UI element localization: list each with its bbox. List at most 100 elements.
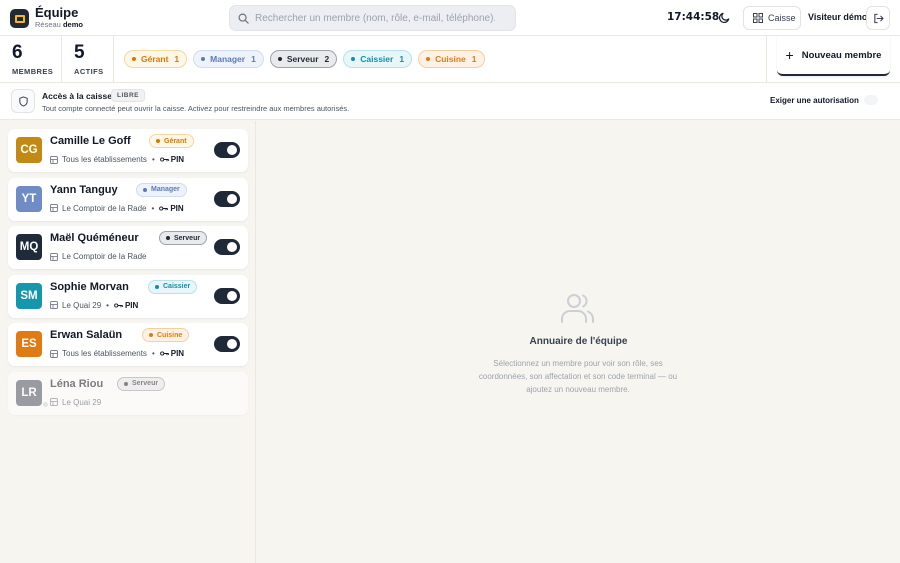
network-label: Réseau demo bbox=[35, 20, 83, 29]
member-card[interactable]: LR Léna Riou Serveur Le Quai 29 bbox=[8, 371, 248, 415]
separator: • bbox=[151, 155, 155, 164]
members-count: 6 bbox=[12, 42, 23, 63]
new-member-label: Nouveau membre bbox=[801, 49, 882, 61]
key-icon bbox=[114, 302, 123, 308]
cash-register-access-bar: Accès à la caisse LIBRE Tout compte conn… bbox=[0, 83, 900, 120]
divider bbox=[766, 36, 767, 82]
separator: • bbox=[151, 203, 155, 213]
member-active-toggle[interactable] bbox=[214, 287, 240, 304]
divider bbox=[61, 36, 62, 82]
search-icon bbox=[238, 13, 249, 24]
avatar: CG bbox=[16, 137, 42, 163]
member-meta: Le Quai 29 • PIN bbox=[50, 301, 138, 310]
member-name: Yann Tanguy bbox=[50, 183, 118, 196]
role-chip-label: Serveur bbox=[286, 54, 319, 64]
offline-status-dot bbox=[42, 400, 49, 408]
stats-bar: 6 MEMBRES 5 ACTIFS Gérant 1 Manager 1 Serveu… bbox=[0, 36, 900, 83]
role-dot-icon bbox=[124, 381, 128, 386]
members-stat: 6 MEMBRES bbox=[12, 42, 53, 76]
role-badge: Serveur bbox=[117, 376, 166, 391]
role-badge: Serveur bbox=[159, 231, 208, 245]
active-label: ACTIFS bbox=[74, 67, 104, 76]
role-chip-manager[interactable]: Manager 1 bbox=[193, 50, 264, 68]
pin-indicator: PIN bbox=[159, 349, 185, 358]
building-icon bbox=[50, 252, 58, 261]
key-icon bbox=[159, 205, 169, 211]
member-card[interactable]: SM Sophie Morvan Caissier Le Quai 29 • PIN bbox=[8, 274, 248, 318]
separator: • bbox=[151, 349, 155, 358]
avatar: ES bbox=[16, 331, 42, 357]
member-meta: Le Quai 29 bbox=[50, 398, 101, 407]
require-authorization-toggle[interactable] bbox=[864, 95, 878, 105]
role-chip-gerant[interactable]: Gérant 1 bbox=[124, 50, 188, 68]
empty-state-title: Annuaire de l'équipe bbox=[529, 336, 628, 347]
role-chip-count: 1 bbox=[251, 54, 256, 64]
search-input[interactable] bbox=[255, 12, 495, 24]
key-icon bbox=[159, 157, 169, 162]
member-card[interactable]: YT Yann Tanguy Manager Le Comptoir de la Ra… bbox=[8, 177, 248, 221]
avatar: LR bbox=[16, 379, 42, 406]
building-icon bbox=[50, 155, 58, 164]
divider bbox=[113, 36, 114, 82]
pin-label: PIN bbox=[124, 300, 139, 310]
logout-button[interactable] bbox=[866, 6, 890, 30]
members-label: MEMBRES bbox=[12, 67, 54, 76]
role-badge: Gérant bbox=[149, 134, 194, 148]
member-card[interactable]: MQ Maël Quéméneur Serveur Le Comptoir de la… bbox=[8, 226, 248, 269]
pin-indicator: PIN bbox=[114, 301, 138, 310]
building-icon bbox=[50, 398, 58, 406]
require-authorization-label: Exiger une autorisation bbox=[770, 96, 859, 105]
visitor-name[interactable]: Visiteur démo bbox=[808, 12, 867, 22]
role-dot-icon bbox=[143, 187, 147, 192]
member-name: Erwan Salaün bbox=[50, 329, 123, 341]
detail-panel-empty-state: Annuaire de l'équipe Sélectionnez un mem… bbox=[257, 121, 900, 563]
new-member-button[interactable]: + Nouveau membre bbox=[777, 36, 890, 76]
shield-icon-box bbox=[11, 89, 35, 113]
member-meta: Le Comptoir de la Rade bbox=[50, 252, 147, 261]
users-icon bbox=[561, 294, 595, 323]
member-active-toggle[interactable] bbox=[214, 336, 240, 352]
pin-indicator: PIN bbox=[159, 155, 184, 164]
role-chip-count: 1 bbox=[399, 54, 405, 64]
member-active-toggle[interactable] bbox=[214, 190, 240, 207]
role-chip-cuisine[interactable]: Cuisine 1 bbox=[418, 50, 485, 68]
access-title: Accès à la caisse bbox=[42, 91, 112, 101]
role-badge-label: Gérant bbox=[164, 137, 187, 145]
pin-label: PIN bbox=[170, 203, 184, 213]
member-active-toggle[interactable] bbox=[214, 142, 240, 158]
member-location: Le Comptoir de la Rade bbox=[62, 203, 147, 213]
role-chip-serveur[interactable]: Serveur 2 bbox=[269, 50, 338, 68]
role-chip-label: Manager bbox=[210, 54, 246, 64]
active-count: 5 bbox=[74, 42, 85, 63]
member-active-toggle[interactable] bbox=[214, 239, 240, 255]
role-dot-icon bbox=[351, 57, 356, 61]
top-bar: Équipe Réseau demo 17:44:58 Caisse Visit… bbox=[0, 0, 900, 36]
role-dot-icon bbox=[277, 57, 282, 61]
member-location: Tous les établissements bbox=[62, 349, 147, 358]
moon-icon[interactable] bbox=[718, 11, 731, 24]
role-chip-label: Cuisine bbox=[435, 54, 466, 64]
member-name: Maël Quéméneur bbox=[50, 232, 139, 244]
key-icon bbox=[159, 351, 169, 356]
logout-icon bbox=[873, 13, 884, 23]
avatar: MQ bbox=[16, 234, 42, 260]
member-name: Léna Riou bbox=[50, 377, 104, 390]
role-chip-label: Gérant bbox=[141, 54, 169, 64]
clock: 17:44:58 bbox=[667, 11, 720, 23]
avatar: YT bbox=[16, 185, 42, 212]
role-chip-count: 1 bbox=[471, 54, 477, 64]
caisse-button[interactable]: Caisse bbox=[743, 6, 801, 30]
member-card[interactable]: CG Camille Le Goff Gérant Tous les établiss… bbox=[8, 129, 248, 172]
pin-label: PIN bbox=[170, 349, 185, 358]
role-chip-caissier[interactable]: Caissier 1 bbox=[343, 50, 413, 68]
member-location: Le Quai 29 bbox=[62, 300, 102, 310]
role-badge-label: Serveur bbox=[174, 234, 201, 242]
member-card[interactable]: ES Erwan Salaün Cuisine Tous les établissem… bbox=[8, 323, 248, 366]
role-dot-icon bbox=[149, 333, 153, 337]
member-name: Camille Le Goff bbox=[50, 135, 131, 147]
access-status-badge: LIBRE bbox=[111, 89, 145, 102]
member-location: Le Quai 29 bbox=[62, 397, 102, 407]
role-chip-count: 2 bbox=[324, 54, 330, 64]
search-bar[interactable] bbox=[229, 5, 516, 31]
role-badge: Manager bbox=[136, 182, 187, 197]
